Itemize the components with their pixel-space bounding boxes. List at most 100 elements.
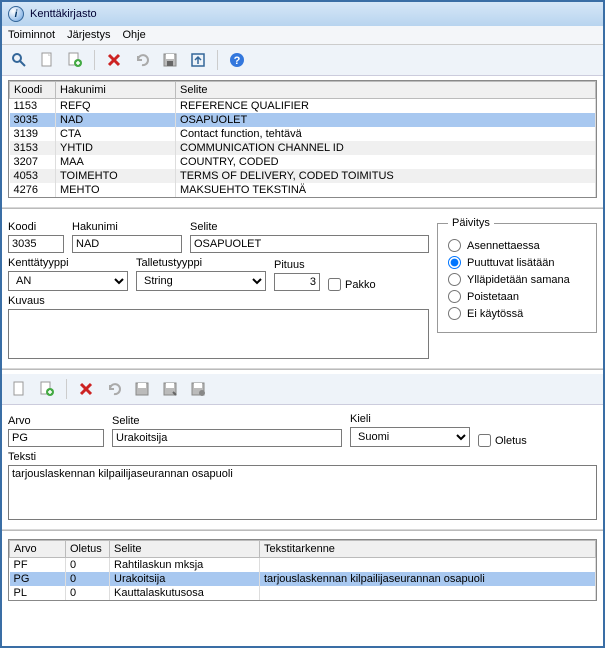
delete-button[interactable]	[75, 378, 97, 400]
table-row[interactable]: PF0Rahtilaskun mksja	[10, 558, 596, 573]
cell-koodi: 1153	[10, 99, 56, 114]
table-row[interactable]: 4276MEHTOMAKSUEHTO TEKSTINÄ	[10, 183, 596, 197]
col-koodi[interactable]: Koodi	[10, 82, 56, 99]
input-koodi[interactable]	[8, 235, 64, 253]
table-row[interactable]: 1153REFQREFERENCE QUALIFIER	[10, 99, 596, 114]
select-kenttatyyppi[interactable]: AN	[8, 271, 128, 291]
label-arvo-selite: Selite	[112, 415, 342, 427]
cell-selite: Rahtilaskun mksja	[110, 558, 260, 573]
delete-button[interactable]	[103, 49, 125, 71]
textarea-kuvaus[interactable]	[8, 309, 429, 359]
cell-tekstitarkenne	[260, 586, 596, 600]
input-hakunimi[interactable]	[72, 235, 182, 253]
select-talletustyyppi[interactable]: String	[136, 271, 266, 291]
search-button[interactable]	[8, 49, 30, 71]
cell-oletus: 0	[66, 558, 110, 573]
input-arvo[interactable]	[8, 429, 104, 447]
bottom-grid[interactable]: Arvo Oletus Selite Tekstitarkenne PF0Rah…	[8, 539, 597, 601]
cell-koodi: 3153	[10, 141, 56, 155]
table-row[interactable]: PG0Urakoitsijatarjouslaskennan kilpailij…	[10, 572, 596, 586]
table-row[interactable]: 4053TOIMEHTOTERMS OF DELIVERY, CODED TOI…	[10, 169, 596, 183]
cell-selite: COUNTRY, CODED	[176, 155, 596, 169]
export-icon	[190, 52, 206, 68]
cell-hakunimi: MAA	[56, 155, 176, 169]
document-plus-icon	[39, 381, 55, 397]
label-pakko: Pakko	[345, 279, 376, 291]
input-selite[interactable]	[190, 235, 429, 253]
paivitys-legend: Päivitys	[448, 217, 494, 229]
input-pituus[interactable]	[274, 273, 320, 291]
select-kieli[interactable]: Suomi	[350, 427, 470, 447]
cell-selite: REFERENCE QUALIFIER	[176, 99, 596, 114]
table-row[interactable]: 3139CTAContact function, tehtävä	[10, 127, 596, 141]
menu-toiminnot[interactable]: Toiminnot	[8, 29, 55, 41]
textarea-teksti[interactable]	[8, 465, 597, 520]
top-grid[interactable]: Koodi Hakunimi Selite 1153REFQREFERENCE …	[8, 80, 597, 198]
cell-hakunimi: MEHTO	[56, 183, 176, 197]
checkbox-pakko[interactable]	[328, 278, 341, 291]
radio-yllapidetaan[interactable]	[448, 273, 461, 286]
save-button[interactable]	[131, 378, 153, 400]
add-button[interactable]	[36, 378, 58, 400]
label-arvo: Arvo	[8, 415, 104, 427]
cell-selite: COMMUNICATION CHANNEL ID	[176, 141, 596, 155]
col-selite[interactable]: Selite	[110, 541, 260, 558]
label-teksti: Teksti	[8, 451, 597, 463]
radio-puuttuvat[interactable]	[448, 256, 461, 269]
radio-label: Asennettaessa	[467, 240, 540, 252]
save-icon	[162, 52, 178, 68]
undo-button[interactable]	[131, 49, 153, 71]
add-button[interactable]	[64, 49, 86, 71]
input-arvo-selite[interactable]	[112, 429, 342, 447]
checkbox-oletus[interactable]	[478, 434, 491, 447]
cell-selite: Kauttalaskutusosa	[110, 586, 260, 600]
cell-tekstitarkenne	[260, 558, 596, 573]
save-config-button[interactable]	[187, 378, 209, 400]
toolbar-separator	[217, 50, 218, 70]
col-oletus[interactable]: Oletus	[66, 541, 110, 558]
save-as-button[interactable]	[159, 378, 181, 400]
cell-hakunimi: NAD	[56, 113, 176, 127]
menu-ohje[interactable]: Ohje	[122, 29, 145, 41]
undo-icon	[106, 381, 122, 397]
radio-label: Puuttuvat lisätään	[467, 257, 554, 269]
cell-arvo: PF	[10, 558, 66, 573]
delete-icon	[78, 381, 94, 397]
svg-text:?: ?	[234, 55, 241, 67]
table-row[interactable]: PL0Kauttalaskutusosa	[10, 586, 596, 600]
document-icon	[39, 52, 55, 68]
label-oletus: Oletus	[495, 435, 527, 447]
col-arvo[interactable]: Arvo	[10, 541, 66, 558]
export-button[interactable]	[187, 49, 209, 71]
save-button[interactable]	[159, 49, 181, 71]
table-row[interactable]: 3153YHTIDCOMMUNICATION CHANNEL ID	[10, 141, 596, 155]
new-button[interactable]	[8, 378, 30, 400]
menubar: Toiminnot Järjestys Ohje	[2, 26, 603, 45]
help-button[interactable]: ?	[226, 49, 248, 71]
toolbar-arvo	[2, 374, 603, 405]
col-selite[interactable]: Selite	[176, 82, 596, 99]
radio-label: Poistetaan	[467, 291, 519, 303]
table-row[interactable]: 3035NADOSAPUOLET	[10, 113, 596, 127]
cell-oletus: 0	[66, 572, 110, 586]
cell-tekstitarkenne: tarjouslaskennan kilpailijaseurannan osa…	[260, 572, 596, 586]
radio-asennettaessa[interactable]	[448, 239, 461, 252]
table-row[interactable]: 3207MAACOUNTRY, CODED	[10, 155, 596, 169]
cell-selite: OSAPUOLET	[176, 113, 596, 127]
label-selite: Selite	[190, 221, 429, 233]
undo-button[interactable]	[103, 378, 125, 400]
search-icon	[11, 52, 27, 68]
cell-oletus: 0	[66, 586, 110, 600]
radio-eikaytossa[interactable]	[448, 307, 461, 320]
divider	[2, 206, 603, 209]
cell-hakunimi: CTA	[56, 127, 176, 141]
cell-koodi: 3207	[10, 155, 56, 169]
cell-koodi: 4276	[10, 183, 56, 197]
new-button[interactable]	[36, 49, 58, 71]
menu-jarjestys[interactable]: Järjestys	[67, 29, 110, 41]
col-tekstitarkenne[interactable]: Tekstitarkenne	[260, 541, 596, 558]
radio-poistetaan[interactable]	[448, 290, 461, 303]
cell-selite: Contact function, tehtävä	[176, 127, 596, 141]
col-hakunimi[interactable]: Hakunimi	[56, 82, 176, 99]
radio-label: Ylläpidetään samana	[467, 274, 570, 286]
